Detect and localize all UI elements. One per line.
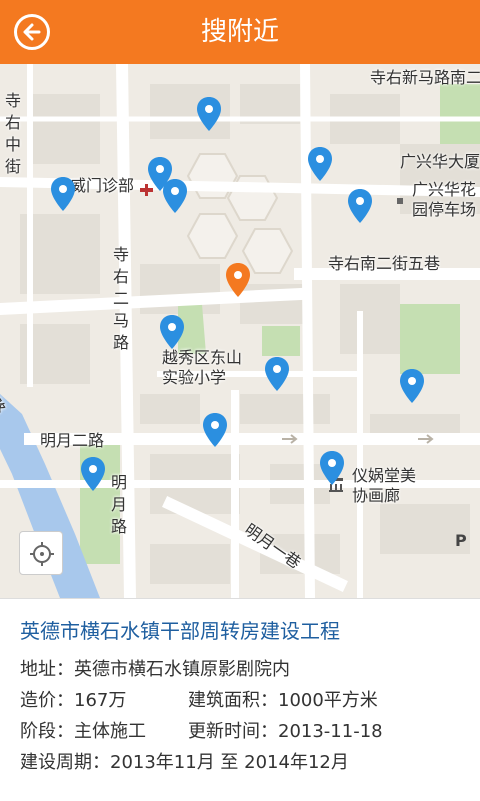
map-view[interactable]: 寺右新马路南二 寺右中街 威门诊部 广兴华大厦 广兴华花园停车场 寺右南二街五巷… [0, 64, 480, 598]
selected-map-pin-icon[interactable] [225, 262, 251, 298]
updated-row: 更新时间：2013-11-18 [188, 717, 383, 743]
area-value: 1000平方米 [278, 690, 378, 711]
stage-row: 阶段：主体施工 [20, 717, 146, 743]
map-pin-icon[interactable] [50, 176, 76, 212]
area-row: 建筑面积：1000平方米 [188, 686, 378, 712]
project-title[interactable]: 英德市横石水镇干部周转房建设工程 [20, 615, 340, 644]
period-value: 2013年11月 至 2014年12月 [110, 752, 349, 773]
locate-button[interactable] [19, 531, 63, 575]
map-pin-icon[interactable] [80, 456, 106, 492]
period-label: 建设周期： [20, 752, 110, 773]
stage-label: 阶段： [20, 721, 74, 742]
top-bar: 搜附近 [0, 0, 480, 64]
project-info-panel[interactable]: 英德市横石水镇干部周转房建设工程 地址：英德市横石水镇原影剧院内 造价：167万… [0, 598, 480, 801]
map-background [0, 64, 480, 598]
address-label: 地址： [20, 659, 74, 680]
address-row: 地址：英德市横石水镇原影剧院内 [20, 655, 290, 681]
street-label: 明月二路 [40, 431, 105, 450]
poi-label: 越秀区东山实验小学 [162, 348, 243, 387]
address-value: 英德市横石水镇原影剧院内 [74, 659, 290, 680]
map-pin-icon[interactable] [307, 146, 333, 182]
cost-row: 造价：167万 [20, 686, 126, 712]
map-pin-icon[interactable] [319, 450, 345, 486]
map-pin-icon[interactable] [347, 188, 373, 224]
street-label: 明月路 [110, 473, 127, 536]
updated-label: 更新时间： [188, 721, 278, 742]
area-label: 建筑面积： [188, 690, 278, 711]
poi-label: 仪娲堂美协画廊 [352, 466, 417, 505]
map-pin-icon[interactable] [162, 178, 188, 214]
map-pin-icon[interactable] [264, 356, 290, 392]
map-pin-icon[interactable] [399, 368, 425, 404]
poi-label: 广兴华花园停车场 [412, 180, 477, 219]
cost-value: 167万 [74, 690, 127, 711]
street-label: 寺右南二街五巷 [328, 254, 441, 273]
parking-symbol: P [455, 531, 467, 550]
street-label: 寺右新马路南二 [370, 68, 480, 87]
map-pin-icon[interactable] [196, 96, 222, 132]
locate-crosshair-icon [30, 542, 54, 566]
street-label: 寺右中街 [4, 91, 21, 176]
street-label: 寺右二马路 [112, 245, 129, 352]
stage-value: 主体施工 [74, 721, 146, 742]
period-row: 建设周期：2013年11月 至 2014年12月 [20, 748, 349, 774]
page-title: 搜附近 [200, 17, 279, 47]
poi-label: 广兴华大厦 [400, 152, 480, 171]
updated-value: 2013-11-18 [278, 721, 383, 742]
poi-label: 威门诊部 [70, 176, 135, 195]
map-pin-icon[interactable] [159, 314, 185, 350]
cost-label: 造价： [20, 690, 74, 711]
map-pin-icon[interactable] [202, 412, 228, 448]
